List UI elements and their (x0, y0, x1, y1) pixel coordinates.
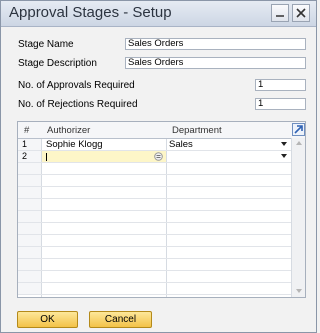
scroll-up-icon[interactable] (296, 141, 302, 145)
expand-arrow-icon[interactable] (292, 123, 305, 136)
table-row (18, 283, 291, 295)
row-number: 2 (18, 151, 41, 162)
stage-name-field[interactable]: Sales Orders (125, 38, 306, 50)
table-row (18, 271, 291, 283)
authorizer-cell[interactable]: Sophie Klogg (46, 139, 103, 150)
minimize-button[interactable] (271, 4, 289, 22)
department-cell[interactable]: Sales (169, 139, 193, 150)
close-icon (296, 8, 306, 18)
table-row (18, 259, 291, 271)
department-dropdown-icon[interactable] (281, 142, 287, 146)
table-row[interactable]: 1 Sophie Klogg Sales (18, 139, 291, 151)
ok-button[interactable]: OK (17, 311, 78, 328)
table-row (18, 235, 291, 247)
approvals-required-field[interactable]: 1 (255, 79, 306, 91)
window-title: Approval Stages - Setup (9, 4, 172, 21)
department-dropdown-icon[interactable] (281, 154, 287, 158)
table-row (18, 199, 291, 211)
close-button[interactable] (292, 4, 310, 22)
grid-scrollbar[interactable] (291, 138, 305, 297)
row-number (18, 235, 41, 246)
column-header-number: # (24, 125, 30, 136)
cancel-button[interactable]: Cancel (89, 311, 152, 328)
table-row (18, 247, 291, 259)
row-number (18, 259, 41, 270)
rejections-required-field[interactable]: 1 (255, 98, 306, 110)
stage-description-label: Stage Description (18, 58, 97, 69)
approval-stages-window: Approval Stages - Setup Stage Name Sales… (0, 0, 317, 333)
table-row (18, 187, 291, 199)
stage-name-label: Stage Name (18, 39, 74, 50)
row-number (18, 283, 41, 294)
row-number (18, 187, 41, 198)
text-cursor (46, 153, 47, 161)
authorizer-input[interactable] (42, 151, 166, 162)
scroll-down-icon[interactable] (296, 289, 302, 293)
table-row (18, 223, 291, 235)
row-number (18, 247, 41, 258)
title-bar: Approval Stages - Setup (1, 1, 316, 27)
column-header-authorizer[interactable]: Authorizer (47, 125, 90, 136)
approvals-required-label: No. of Approvals Required (18, 80, 135, 91)
grid-header: # Authorizer Department (18, 122, 305, 139)
row-number (18, 199, 41, 210)
row-number (18, 211, 41, 222)
table-row (18, 163, 291, 175)
column-header-department[interactable]: Department (172, 125, 222, 136)
row-number (18, 163, 41, 174)
table-row (18, 211, 291, 223)
row-number: 1 (18, 139, 41, 150)
list-choose-icon[interactable] (154, 152, 163, 161)
table-row (18, 175, 291, 187)
authorizers-grid: # Authorizer Department 1 Sophie Klogg S… (17, 121, 306, 298)
stage-description-field[interactable]: Sales Orders (125, 57, 306, 69)
minimize-icon (276, 15, 284, 17)
row-number (18, 223, 41, 234)
table-row[interactable]: 2 (18, 151, 291, 163)
rejections-required-label: No. of Rejections Required (18, 99, 138, 110)
row-number (18, 175, 41, 186)
row-number (18, 271, 41, 282)
